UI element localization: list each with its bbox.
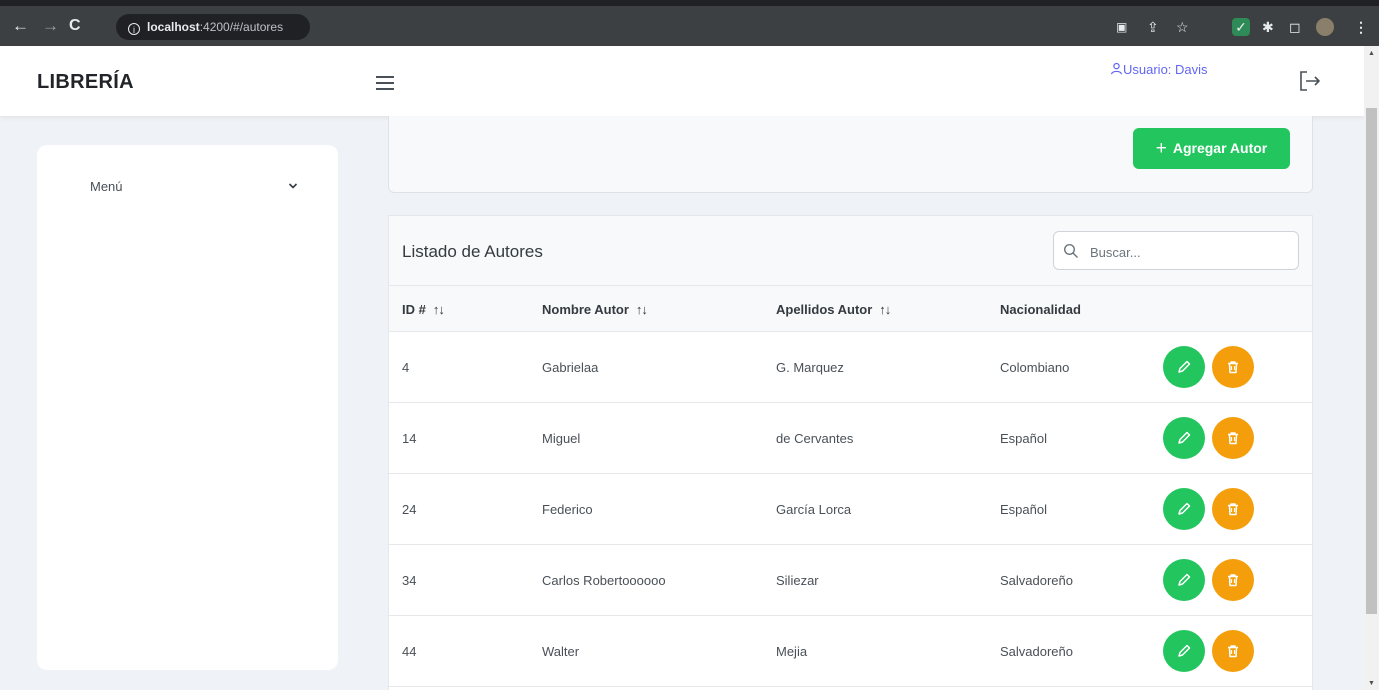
scroll-up-arrow-icon[interactable]: ▲: [1368, 50, 1375, 57]
delete-button[interactable]: [1212, 559, 1254, 601]
forward-arrow-icon[interactable]: →: [42, 16, 59, 36]
cell-nacionalidad: Colombiano: [1000, 360, 1070, 375]
extension-shield-icon[interactable]: ✓: [1232, 18, 1250, 36]
add-author-button[interactable]: + Agregar Autor: [1133, 128, 1290, 169]
sort-icon[interactable]: ↑↓: [433, 302, 445, 317]
translate-icon[interactable]: ▣: [1116, 18, 1127, 36]
cell-apellidos: García Lorca: [776, 502, 852, 517]
search-icon: [1063, 243, 1078, 258]
cell-nombre: Gabrielaa: [542, 360, 599, 375]
page-scrollbar[interactable]: ▲ ▼: [1364, 46, 1379, 690]
cell-nombre: Miguel: [542, 431, 581, 446]
hamburger-menu-icon[interactable]: [376, 76, 394, 90]
trash-icon: [1228, 645, 1238, 658]
app-header: LIBRERÍA Usuario: Davis: [0, 46, 1364, 116]
extensions-puzzle-icon[interactable]: ✱: [1262, 18, 1274, 36]
column-header-apellidos[interactable]: Apellidos Autor ↑↓: [776, 302, 891, 317]
column-header-id-label: ID #: [402, 302, 426, 317]
cell-id: 34: [402, 573, 417, 588]
edit-button[interactable]: [1163, 346, 1205, 388]
table-caption: Listado de Autores: [389, 216, 1312, 286]
authors-table: Listado de Autores ID # ↑↓ Nombre Autor ↑↓…: [388, 215, 1313, 690]
column-header-apellidos-label: Apellidos Autor: [776, 302, 873, 317]
table-row: 14 Miguel de Cervantes Español: [389, 403, 1312, 474]
delete-button[interactable]: [1212, 488, 1254, 530]
pencil-icon: [1178, 431, 1191, 444]
edit-button[interactable]: [1163, 559, 1205, 601]
cell-nombre: Walter: [542, 644, 580, 659]
search-input[interactable]: [1088, 240, 1292, 264]
table-title: Listado de Autores: [402, 242, 543, 261]
pencil-icon: [1178, 502, 1191, 515]
column-header-nombre[interactable]: Nombre Autor ↑↓: [542, 302, 648, 317]
column-header-nacionalidad: Nacionalidad: [1000, 302, 1081, 317]
scrollbar-thumb[interactable]: [1366, 108, 1377, 614]
back-arrow-icon[interactable]: ←: [12, 16, 29, 36]
pencil-icon: [1178, 644, 1191, 657]
trash-icon: [1228, 574, 1238, 587]
actions-card: + Agregar Autor: [388, 116, 1313, 193]
address-bar[interactable]: i localhost:4200/#/autores: [116, 14, 310, 40]
sort-icon[interactable]: ↑↓: [636, 302, 648, 317]
cell-id: 14: [402, 431, 417, 446]
trash-icon: [1228, 361, 1238, 374]
app-logo: LIBRERÍA: [37, 71, 134, 93]
pencil-icon: [1178, 573, 1191, 586]
column-header-nombre-label: Nombre Autor: [542, 302, 629, 317]
side-panel-icon[interactable]: ◻: [1289, 18, 1301, 36]
logout-icon[interactable]: [1298, 70, 1322, 92]
edit-button[interactable]: [1163, 417, 1205, 459]
table-row: 44 Walter Mejia Salvadoreño: [389, 616, 1312, 687]
cell-id: 44: [402, 644, 417, 659]
profile-avatar-icon[interactable]: [1316, 18, 1334, 36]
cell-nombre: Carlos Robertoooooo: [542, 573, 666, 588]
scroll-down-arrow-icon[interactable]: ▼: [1368, 680, 1375, 687]
user-label[interactable]: Usuario: Davis: [1110, 62, 1208, 77]
cell-nombre: Federico: [542, 502, 593, 517]
cell-apellidos: de Cervantes: [776, 431, 854, 446]
add-author-label: Agregar Autor: [1172, 140, 1268, 156]
table-row: 34 Carlos Robertoooooo Siliezar Salvador…: [389, 545, 1312, 616]
trash-icon: [1228, 432, 1238, 445]
plus-icon: +: [1155, 138, 1167, 159]
table-row: 4 Gabrielaa G. Marquez Colombiano: [389, 332, 1312, 403]
cell-nacionalidad: Español: [1000, 431, 1047, 446]
url-host: localhost: [147, 20, 200, 34]
cell-id: 4: [402, 360, 410, 375]
pencil-icon: [1178, 360, 1191, 373]
cell-apellidos: G. Marquez: [776, 360, 844, 375]
cell-apellidos: Siliezar: [776, 573, 819, 588]
browser-menu-icon[interactable]: ⋮: [1354, 18, 1368, 36]
delete-button[interactable]: [1212, 417, 1254, 459]
bookmark-star-icon[interactable]: ☆: [1176, 18, 1189, 36]
user-name: Usuario: Davis: [1123, 62, 1208, 77]
table-row: 24 Federico García Lorca Español: [389, 474, 1312, 545]
delete-button[interactable]: [1212, 346, 1254, 388]
cell-nacionalidad: Salvadoreño: [1000, 573, 1073, 588]
url-path: :4200/#/autores: [199, 20, 284, 34]
reload-icon[interactable]: C: [69, 16, 81, 36]
chevron-down-icon[interactable]: [288, 181, 298, 191]
site-info-icon[interactable]: i: [128, 23, 140, 35]
trash-icon: [1228, 503, 1238, 516]
cell-nacionalidad: Salvadoreño: [1000, 644, 1073, 659]
sidebar-menu-toggle[interactable]: Menú: [90, 179, 123, 194]
cell-id: 24: [402, 502, 417, 517]
delete-button[interactable]: [1212, 630, 1254, 672]
column-header-id[interactable]: ID # ↑↓: [402, 302, 445, 317]
table-header: ID # ↑↓ Nombre Autor ↑↓ Apellidos Autor ↑↓ …: [389, 286, 1312, 332]
browser-toolbar: ← → C i localhost:4200/#/autores ▣ ⇪ ☆ ✓ …: [0, 0, 1379, 46]
sort-icon[interactable]: ↑↓: [879, 302, 891, 317]
edit-button[interactable]: [1163, 488, 1205, 530]
user-icon: [1111, 62, 1122, 75]
search-box[interactable]: [1053, 231, 1299, 270]
sidebar: Menú: [37, 145, 338, 670]
share-icon[interactable]: ⇪: [1147, 18, 1159, 36]
cell-nacionalidad: Español: [1000, 502, 1047, 517]
edit-button[interactable]: [1163, 630, 1205, 672]
cell-apellidos: Mejia: [776, 644, 808, 659]
